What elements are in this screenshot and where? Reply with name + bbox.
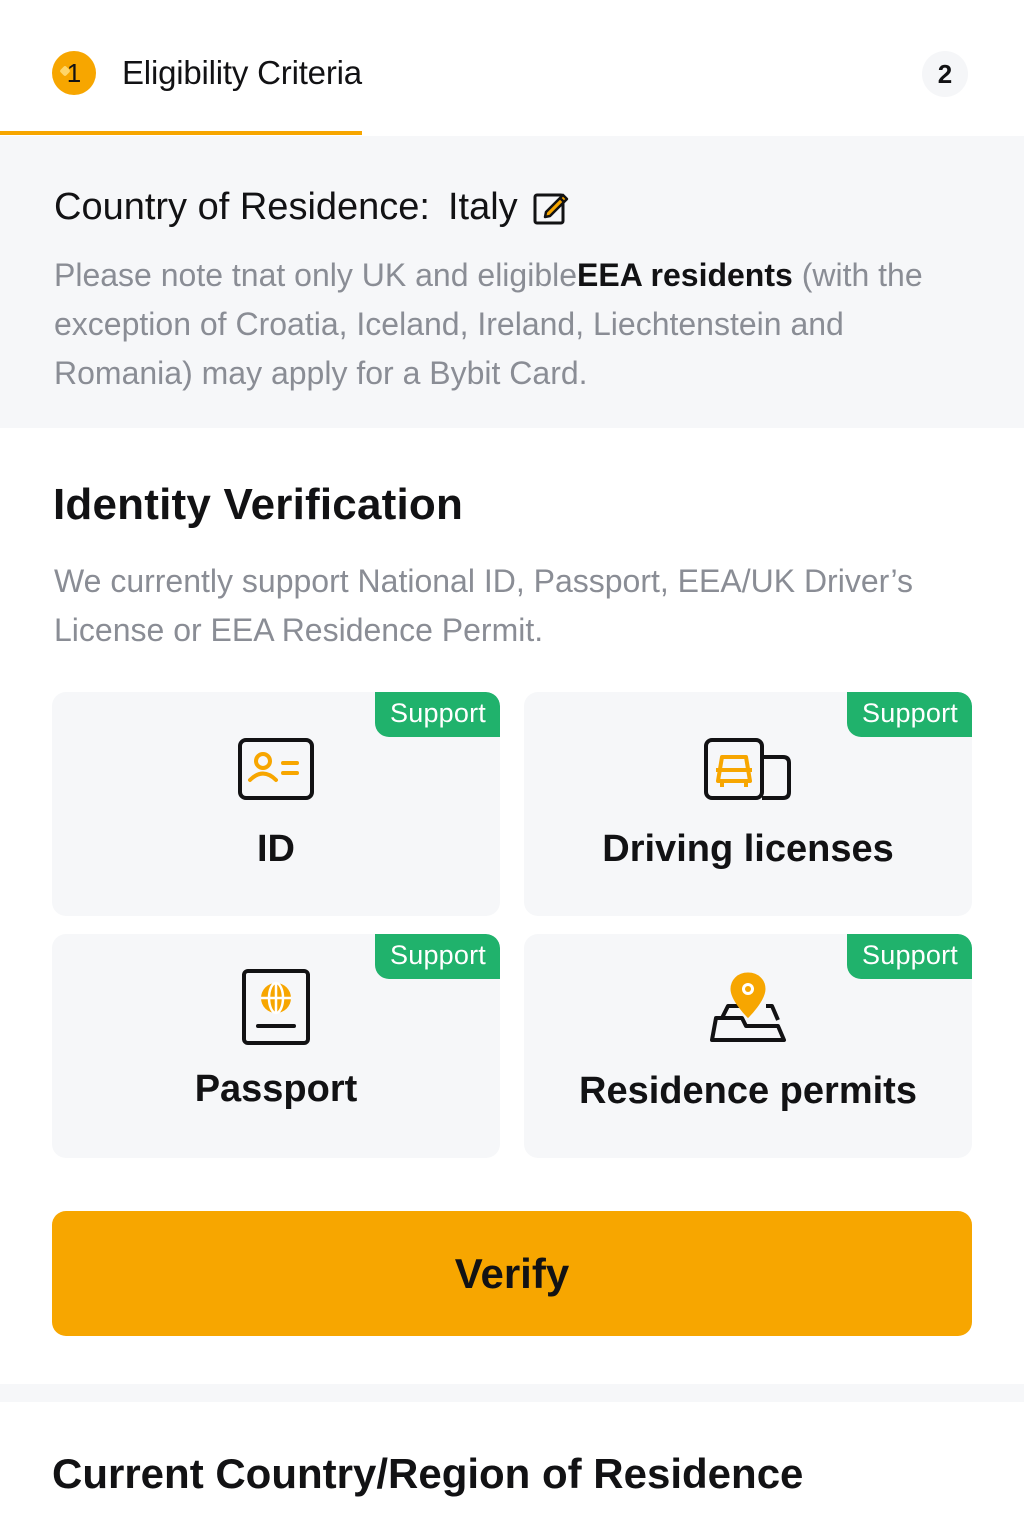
country-of-residence-panel: Country of Residence: Italy Please note … bbox=[0, 136, 1024, 428]
document-card-residence-permits[interactable]: Support Residence permits bbox=[524, 934, 972, 1158]
document-label: ID bbox=[257, 828, 295, 870]
edit-icon[interactable] bbox=[532, 188, 572, 228]
identity-verification-description: We currently support National ID, Passpo… bbox=[54, 563, 913, 648]
document-label: Driving licenses bbox=[602, 828, 894, 870]
step-2-number: 2 bbox=[937, 58, 953, 89]
step-eligibility[interactable]: 1 Eligibility Criteria bbox=[52, 51, 362, 95]
support-badge: Support bbox=[375, 692, 500, 737]
country-of-residence-row: Country of Residence: Italy bbox=[54, 186, 572, 229]
verify-button[interactable]: Verify bbox=[52, 1211, 972, 1336]
passport-icon bbox=[231, 968, 321, 1046]
step-1-label: Eligibility Criteria bbox=[122, 54, 362, 91]
document-card-driving-licenses[interactable]: Support Driving licenses bbox=[524, 692, 972, 916]
support-badge: Support bbox=[847, 692, 972, 737]
section-divider bbox=[0, 1384, 1024, 1402]
document-card-passport[interactable]: Support Passport bbox=[52, 934, 500, 1158]
current-country-title: Current Country/Region of Residence bbox=[52, 1450, 804, 1497]
step-1-badge: 1 bbox=[52, 51, 96, 95]
active-step-indicator bbox=[0, 131, 362, 135]
note-text-start: Please note tnat only UK and eligible bbox=[54, 257, 578, 293]
support-badge: Support bbox=[847, 934, 972, 979]
id-card-icon bbox=[231, 736, 321, 802]
document-card-id[interactable]: Support ID bbox=[52, 692, 500, 916]
country-label: Country of Residence: bbox=[54, 186, 430, 228]
document-label: Residence permits bbox=[579, 1070, 917, 1112]
country-value: Italy bbox=[447, 186, 518, 228]
document-label: Passport bbox=[194, 1068, 358, 1110]
step-2-badge[interactable]: 2 bbox=[922, 51, 968, 97]
residence-permit-icon bbox=[703, 970, 793, 1046]
identity-verification-title: Identity Verification bbox=[53, 480, 464, 529]
stepper-header: 1 Eligibility Criteria 2 bbox=[0, 0, 1024, 136]
eligibility-note: Please note tnat only UK and eligibleEEA… bbox=[54, 251, 954, 398]
step-1-number: 1 bbox=[66, 57, 82, 88]
note-eea-residents: EEA residents bbox=[577, 257, 793, 293]
support-badge: Support bbox=[375, 934, 500, 979]
driving-license-icon bbox=[703, 736, 793, 802]
